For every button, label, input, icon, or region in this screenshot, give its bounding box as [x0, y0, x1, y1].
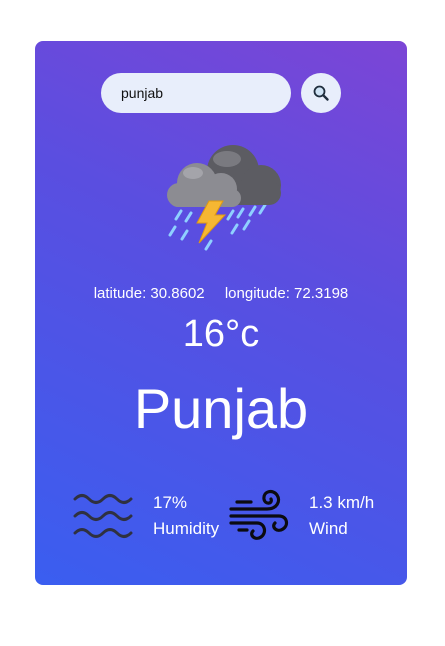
latitude-text: latitude: 30.8602 — [93, 285, 205, 302]
wind-value: 1.3 km/h — [309, 493, 375, 512]
humidity-stat: 17% Humidity — [73, 489, 219, 543]
city-name: Punjab — [133, 377, 309, 440]
longitude-text: longitude: 72.3198 — [224, 285, 349, 302]
search-bar — [101, 73, 341, 113]
wind-icon — [229, 489, 289, 540]
search-button[interactable] — [301, 73, 341, 113]
search-input[interactable] — [101, 73, 291, 113]
humidity-value: 17% — [153, 493, 188, 512]
humidity-label: Humidity — [153, 519, 220, 538]
waves-icon — [73, 494, 133, 538]
coordinates: latitude: 30.8602 longitude: 72.3198 — [35, 285, 407, 302]
temperature: 16°c — [182, 313, 260, 355]
weather-card: latitude: 30.8602 longitude: 72.3198 16°… — [35, 41, 407, 585]
thunderstorm-icon — [167, 145, 281, 251]
wind-stat: 1.3 km/h Wind — [229, 489, 374, 543]
wind-label: Wind — [309, 519, 348, 538]
search-icon — [313, 85, 329, 101]
